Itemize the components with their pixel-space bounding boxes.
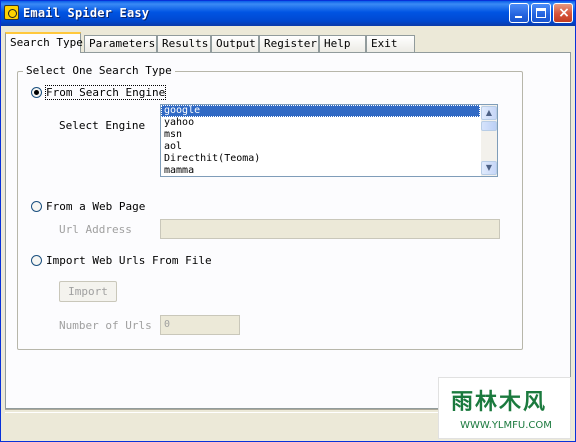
radio-label-search-engine: From Search Engine: [44, 85, 167, 100]
window-title: Email Spider Easy: [23, 6, 150, 20]
scroll-thumb[interactable]: [481, 121, 497, 131]
list-item[interactable]: mamma: [161, 165, 480, 176]
watermark-logo-text: 雨林木风: [451, 389, 548, 415]
list-item[interactable]: Directhit(Teoma): [161, 153, 480, 165]
watermark-url: WWW.YLMFU.COM: [460, 420, 552, 431]
tab-register[interactable]: Register: [259, 35, 319, 52]
url-address-label: Url Address: [59, 223, 132, 236]
engine-list: google yahoo msn aol Directhit(Teoma) ma…: [161, 105, 480, 176]
list-item[interactable]: yahoo: [161, 117, 480, 129]
engine-listbox[interactable]: google yahoo msn aol Directhit(Teoma) ma…: [160, 104, 498, 177]
title-bar[interactable]: Email Spider Easy ×: [1, 1, 575, 26]
radio-import-web-urls[interactable]: Import Web Urls From File: [31, 254, 212, 269]
radio-label-web-page: From a Web Page: [46, 200, 146, 213]
maximize-button[interactable]: [531, 3, 551, 23]
select-engine-label: Select Engine: [59, 119, 146, 132]
radio-button-checked[interactable]: [31, 87, 42, 98]
url-address-input[interactable]: [160, 219, 500, 239]
radio-button[interactable]: [31, 255, 42, 266]
list-item[interactable]: msn: [161, 129, 480, 141]
scroll-down-icon[interactable]: ▼: [481, 161, 497, 175]
tab-parameters[interactable]: Parameters: [84, 35, 157, 52]
radio-from-web-page[interactable]: From a Web Page: [31, 200, 151, 215]
maximize-icon: [536, 8, 546, 18]
list-item[interactable]: google: [161, 105, 480, 117]
spider-app-icon[interactable]: [4, 5, 19, 20]
import-button[interactable]: Import: [59, 281, 117, 302]
close-icon: ×: [558, 5, 570, 21]
close-button[interactable]: ×: [553, 3, 573, 23]
tab-search-type[interactable]: Search Type: [5, 32, 83, 53]
radio-from-search-engine[interactable]: From Search Engine: [31, 85, 167, 101]
tab-output[interactable]: Output: [211, 35, 259, 52]
radio-button[interactable]: [31, 201, 42, 212]
minimize-button[interactable]: [509, 3, 529, 23]
minimize-icon: [515, 16, 522, 18]
tab-help[interactable]: Help: [319, 35, 366, 52]
scroll-up-icon[interactable]: ▲: [481, 106, 497, 120]
number-of-urls-label: Number of Urls: [59, 319, 152, 332]
app-window: Email Spider Easy × Search Type Paramete…: [0, 0, 576, 442]
list-item[interactable]: aol: [161, 141, 480, 153]
groupbox-caption: Select One Search Type: [23, 65, 175, 77]
tab-exit[interactable]: Exit: [366, 35, 415, 52]
vertical-scrollbar[interactable]: ▲ ▼: [481, 105, 497, 176]
watermark-logo: 雨林木风 WWW.YLMFU.COM: [438, 377, 571, 439]
radio-label-import: Import Web Urls From File: [46, 254, 212, 267]
number-of-urls-field: 0: [160, 315, 240, 335]
tab-results[interactable]: Results: [157, 35, 211, 52]
